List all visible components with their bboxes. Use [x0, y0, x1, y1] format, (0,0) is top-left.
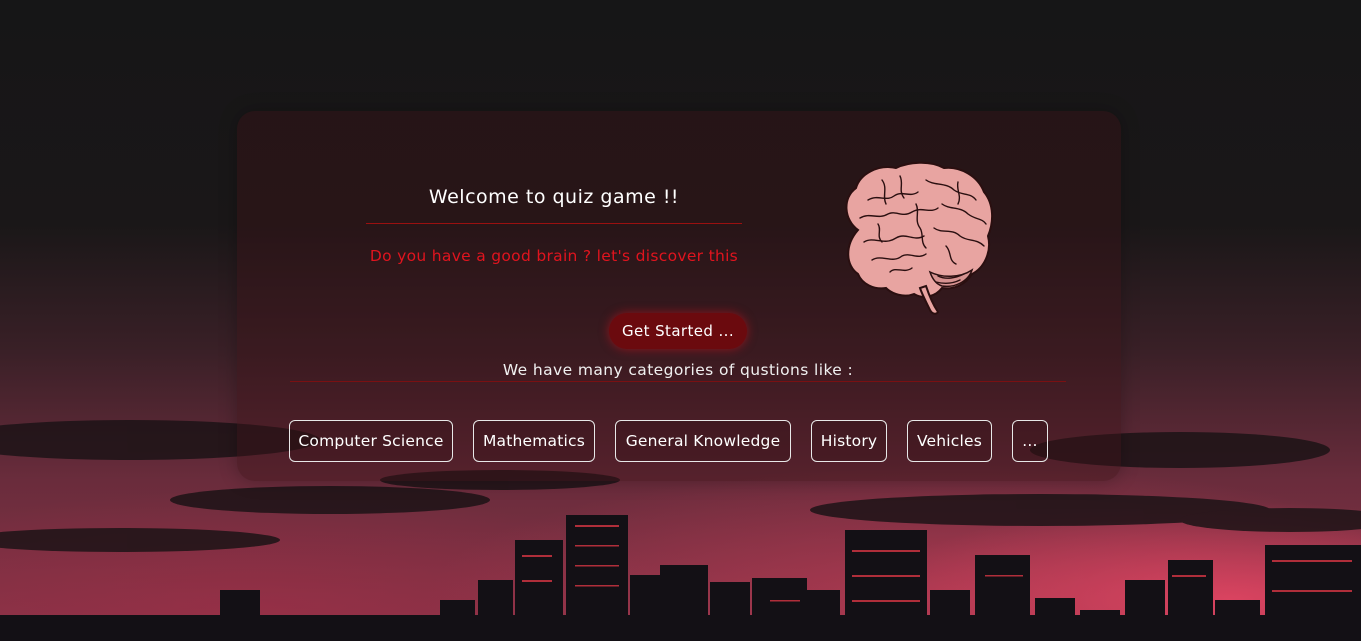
category-general-knowledge[interactable]: General Knowledge — [615, 420, 791, 462]
category-history[interactable]: History — [811, 420, 887, 462]
category-mathematics[interactable]: Mathematics — [473, 420, 595, 462]
categories-divider — [290, 381, 1066, 382]
welcome-title: Welcome to quiz game !! — [428, 186, 680, 208]
brain-icon — [845, 161, 994, 315]
title-divider — [366, 223, 742, 224]
category-more[interactable]: ... — [1012, 420, 1048, 462]
get-started-button[interactable]: Get Started ... — [609, 313, 747, 349]
categories-intro: We have many categories of qustions like… — [502, 361, 854, 379]
category-computer-science[interactable]: Computer Science — [289, 420, 453, 462]
tagline: Do you have a good brain ? let's discove… — [369, 247, 739, 265]
category-vehicles[interactable]: Vehicles — [907, 420, 992, 462]
